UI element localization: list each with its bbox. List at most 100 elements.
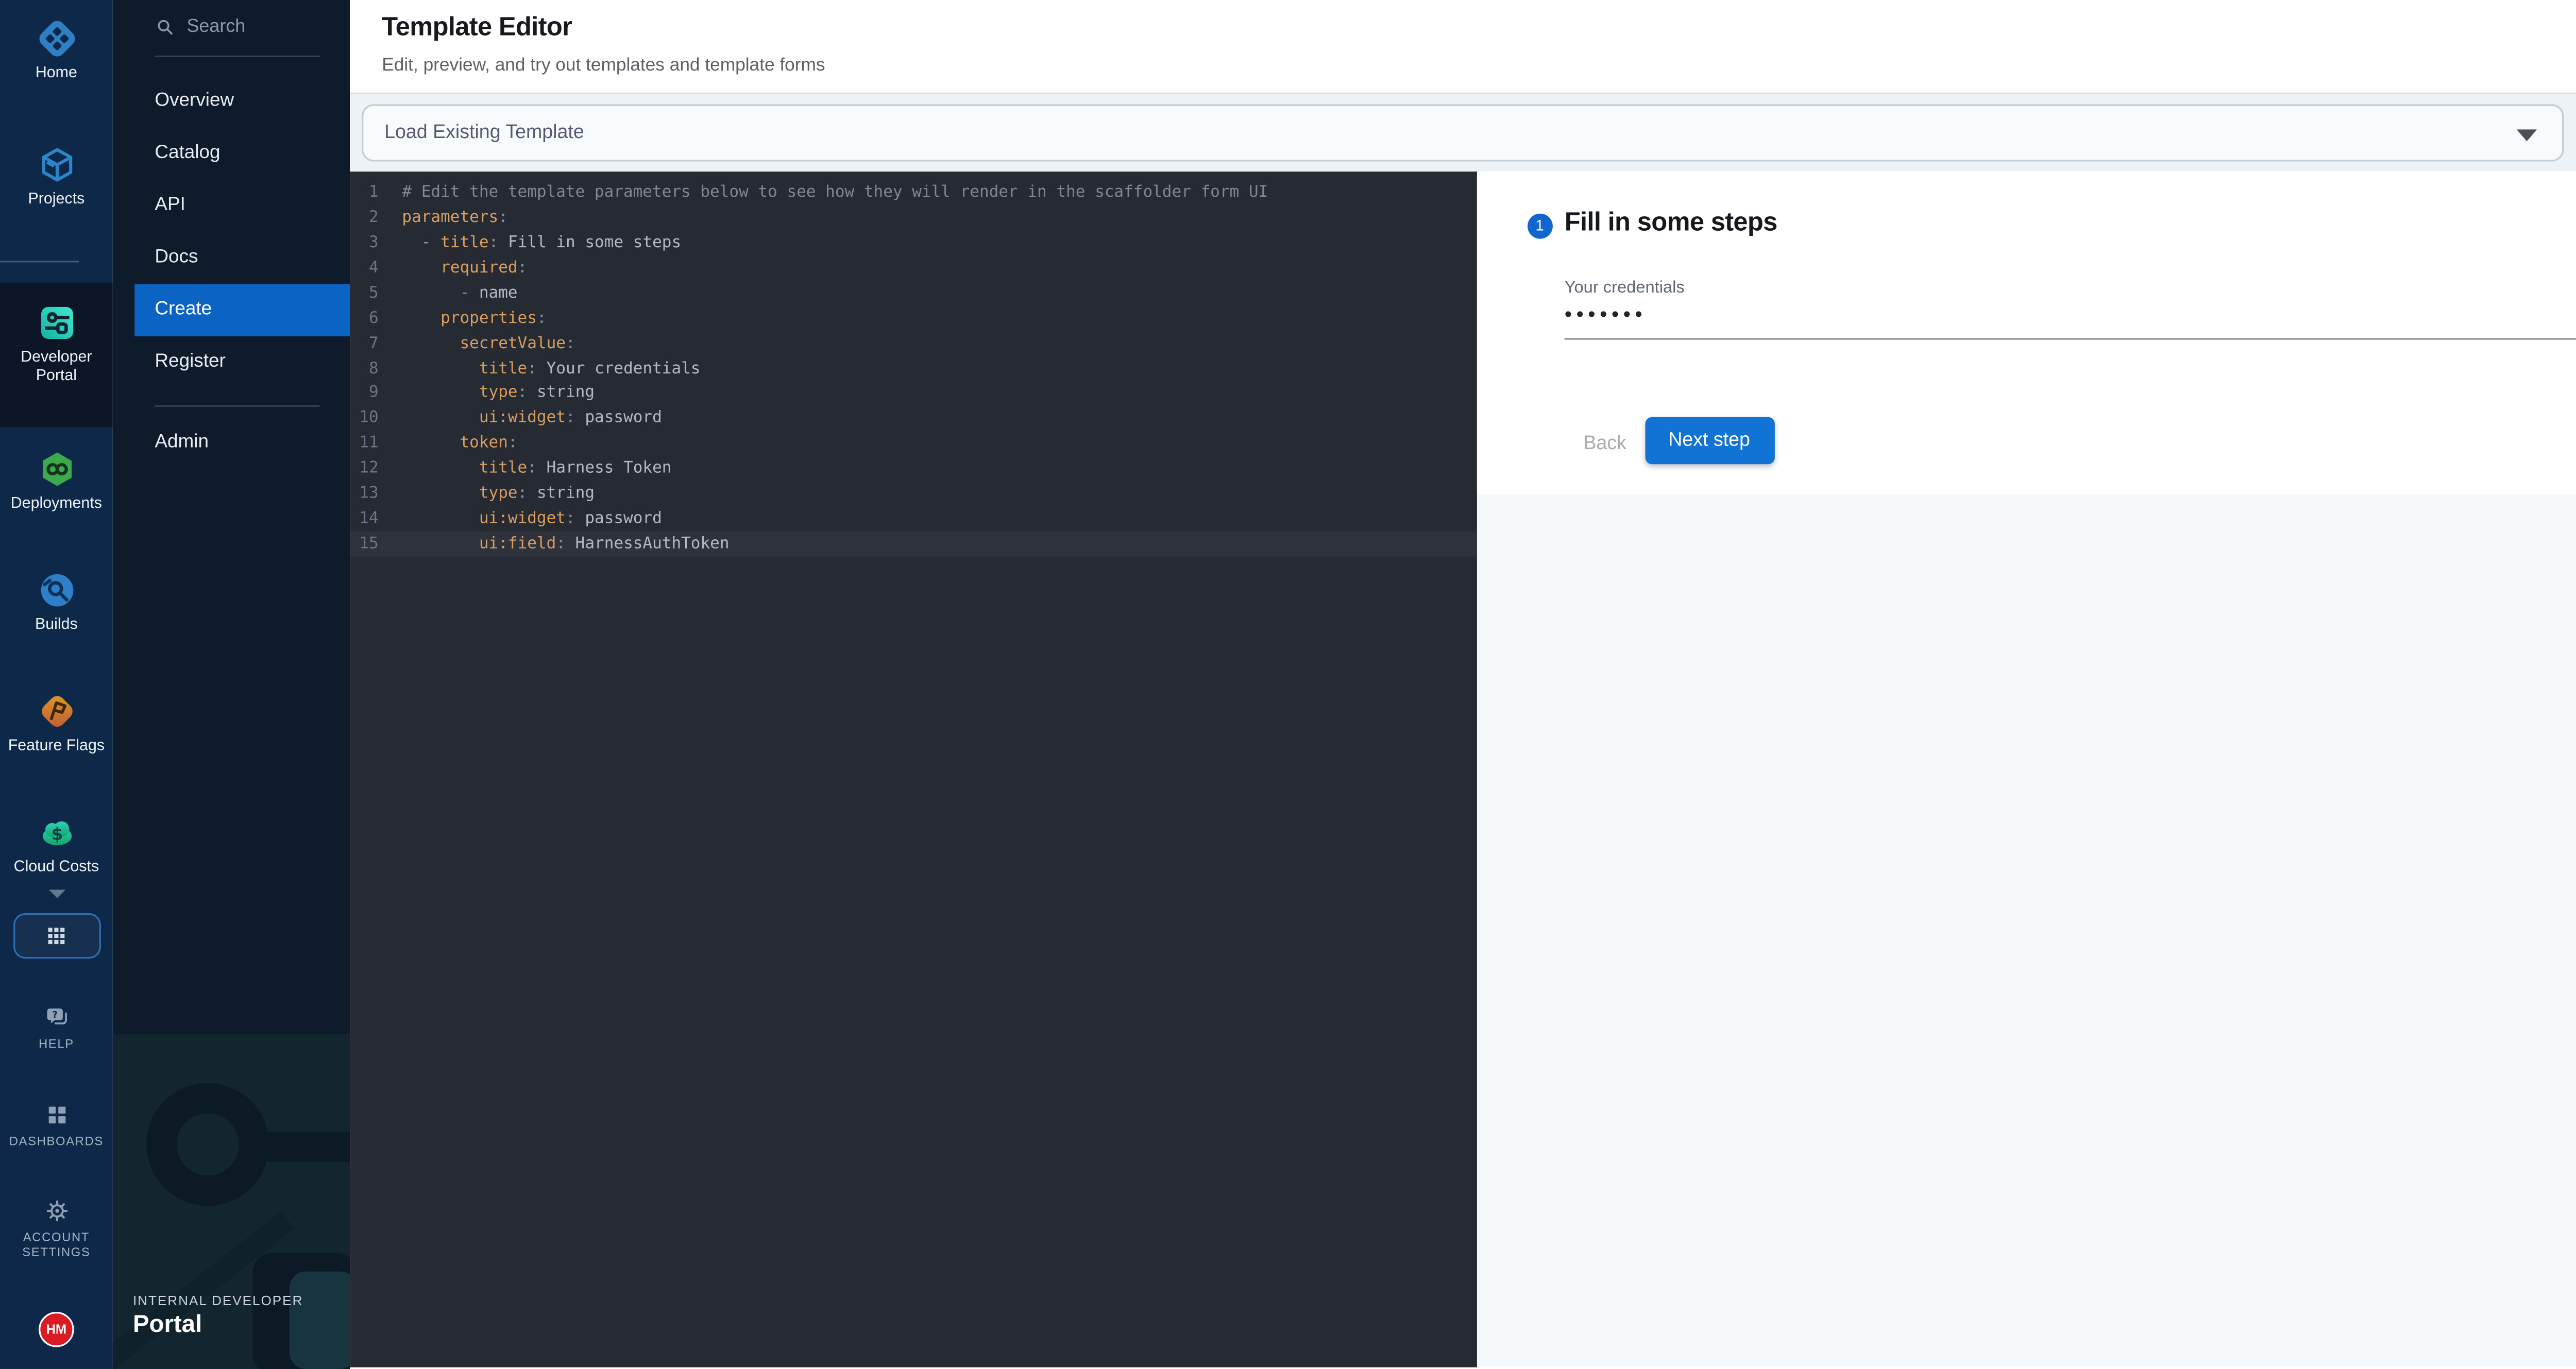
workspace: 1# Edit the template parameters below to…: [350, 172, 2576, 1367]
line-number: 13: [350, 485, 379, 503]
editor-line: 6 properties:: [350, 305, 1477, 331]
line-number: 10: [350, 409, 379, 428]
editor-line: 3 - title: Fill in some steps: [350, 230, 1477, 255]
line-number: 4: [350, 259, 379, 277]
module-item-label: Projects: [3, 190, 110, 209]
sidebar-item-api[interactable]: API: [113, 180, 350, 232]
brand: INTERNAL DEVELOPER Portal: [133, 1293, 303, 1339]
feature-flags-icon: [36, 691, 76, 731]
editor-line: 12 title: Harness Token: [350, 456, 1477, 482]
module-item-label: Cloud Costs: [3, 858, 110, 876]
grid-icon: [45, 925, 67, 947]
editor-line: 1# Edit the template parameters below to…: [350, 180, 1477, 205]
template-picker-row: Load Existing Template: [350, 94, 2576, 172]
module-item-label: Builds: [3, 615, 110, 634]
utility-item-dashboards[interactable]: DASHBOARDS: [0, 1102, 113, 1149]
sidebar-item-catalog[interactable]: Catalog: [113, 128, 350, 180]
brand-eyebrow: INTERNAL DEVELOPER: [133, 1293, 303, 1308]
utility-item-label: HELP: [4, 1036, 108, 1051]
editor-line: 14 ui:widget: password: [350, 506, 1477, 532]
brand-name: Portal: [133, 1312, 303, 1339]
credentials-input[interactable]: •••••••: [1565, 303, 1647, 327]
sidebar-item-overview[interactable]: Overview: [113, 76, 350, 128]
dashboards-icon: [43, 1102, 70, 1128]
line-number: 8: [350, 359, 379, 378]
next-step-button[interactable]: Next step: [1645, 417, 1774, 464]
load-template-dropdown[interactable]: Load Existing Template: [362, 104, 2564, 161]
line-number: 1: [350, 183, 379, 202]
page-header: Template Editor Edit, preview, and try o…: [350, 0, 2576, 94]
svg-text:?: ?: [52, 1009, 57, 1020]
line-number: 7: [350, 334, 379, 352]
sidebar-divider: [0, 261, 79, 262]
line-number: 15: [350, 535, 379, 554]
line-number: 6: [350, 309, 379, 328]
page-subtitle: Edit, preview, and try out templates and…: [382, 56, 2576, 76]
editor-line: 9 type: string: [350, 381, 1477, 406]
projects-icon: [36, 145, 76, 185]
module-item-projects[interactable]: Projects: [0, 145, 113, 209]
editor-line: 5 - name: [350, 280, 1477, 305]
section-sidebar: Search OverviewCatalogAPIDocsCreateRegis…: [113, 0, 350, 1369]
module-item-label: Developer Portal: [3, 348, 110, 385]
account-settings-icon: [43, 1197, 70, 1224]
input-underline: [1565, 337, 2576, 340]
page-title: Template Editor: [382, 0, 2576, 44]
module-item-feature-flags[interactable]: Feature Flags: [0, 691, 113, 755]
sidebar-item-docs[interactable]: Docs: [113, 232, 350, 284]
editor-line: 8 title: Your credentials: [350, 356, 1477, 381]
builds-icon: [36, 570, 76, 610]
yaml-editor[interactable]: 1# Edit the template parameters below to…: [350, 172, 1477, 1367]
step-number-badge: 1: [1527, 213, 1553, 239]
utility-item-label: DASHBOARDS: [4, 1134, 108, 1149]
editor-line: 4 required:: [350, 255, 1477, 281]
chevron-down-icon[interactable]: [48, 889, 65, 898]
module-sidebar: Home Projects Developer Portal Deployments B…: [0, 0, 113, 1369]
deployments-icon: [36, 449, 76, 489]
search-input[interactable]: Search: [155, 17, 245, 37]
editor-line: 2parameters:: [350, 205, 1477, 230]
module-item-label: Deployments: [3, 494, 110, 513]
developer-portal-icon: [36, 303, 76, 343]
module-item-deployments[interactable]: Deployments: [0, 449, 113, 513]
utility-item-label: ACCOUNT SETTINGS: [4, 1229, 108, 1260]
home-icon: [36, 19, 76, 59]
editor-line: 13 type: string: [350, 482, 1477, 507]
help-icon: ?: [43, 1004, 70, 1031]
editor-line-active: 15 ui:field: HarnessAuthToken: [350, 532, 1477, 557]
module-item-cloud-costs[interactable]: $ Cloud Costs: [0, 812, 113, 876]
avatar[interactable]: HM: [39, 1312, 74, 1347]
module-item-builds[interactable]: Builds: [0, 570, 113, 634]
dropdown-value: Load Existing Template: [384, 123, 584, 143]
main-content: Template Editor Edit, preview, and try o…: [350, 0, 2576, 1369]
utility-item-account-settings[interactable]: ACCOUNT SETTINGS: [0, 1197, 113, 1260]
caret-down-icon: [2517, 129, 2537, 141]
module-item-home[interactable]: Home: [0, 19, 113, 82]
module-item-developer-portal[interactable]: Developer Portal: [0, 283, 113, 427]
sidebar-item-create[interactable]: Create: [134, 284, 350, 336]
back-button[interactable]: Back: [1580, 424, 1630, 464]
line-number: 9: [350, 384, 379, 403]
editor-line: 11 token:: [350, 431, 1477, 456]
module-item-label: Home: [3, 64, 110, 82]
utility-item-help[interactable]: ? HELP: [0, 1004, 113, 1051]
module-list: Home Projects Developer Portal Deployments B…: [0, 19, 113, 876]
form-step-card: 1 Fill in some steps Your credentials ••…: [1477, 172, 2576, 494]
divider: [155, 405, 319, 407]
credentials-field-label: Your credentials: [1565, 279, 1685, 298]
line-number: 5: [350, 284, 379, 302]
editor-line: 7 secretValue:: [350, 331, 1477, 356]
editor-line: 10 ui:widget: password: [350, 406, 1477, 431]
cloud-costs-icon: $: [36, 812, 76, 852]
search-icon: [155, 17, 175, 37]
line-number: 11: [350, 435, 379, 453]
sidebar-item-admin[interactable]: Admin: [113, 417, 350, 469]
svg-text:$: $: [50, 825, 62, 844]
module-grid-button[interactable]: [12, 913, 100, 959]
sidebar-item-register[interactable]: Register: [113, 336, 350, 388]
module-item-label: Feature Flags: [3, 737, 110, 755]
search-placeholder: Search: [187, 17, 245, 37]
divider: [155, 56, 319, 57]
line-number: 12: [350, 459, 379, 478]
section-nav-list: OverviewCatalogAPIDocsCreateRegister Admi…: [113, 76, 350, 469]
